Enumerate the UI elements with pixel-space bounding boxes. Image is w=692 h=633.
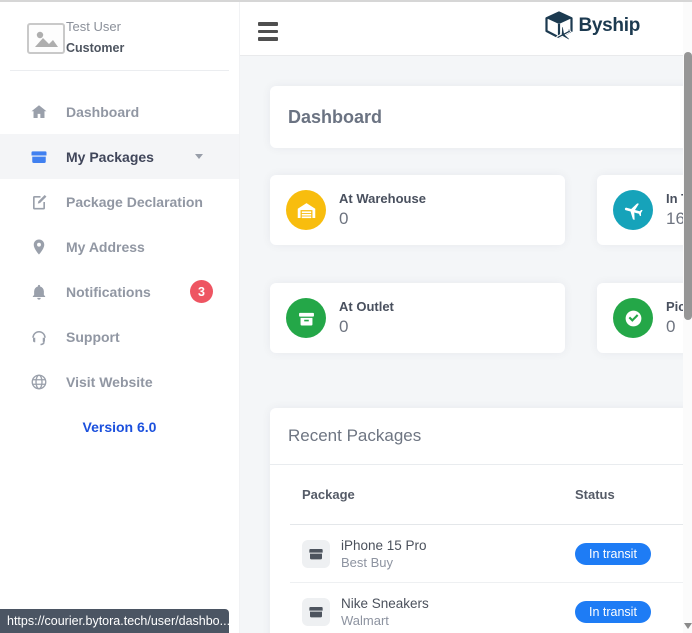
sidebar-item-label: Notifications bbox=[66, 283, 151, 300]
scrollbar-thumb[interactable] bbox=[684, 52, 692, 320]
globe-icon bbox=[30, 373, 48, 391]
package-name: Nike Sneakers bbox=[341, 595, 429, 611]
hamburger-menu-icon[interactable] bbox=[258, 22, 278, 45]
image-placeholder-icon bbox=[35, 31, 58, 47]
package-box-icon bbox=[302, 597, 330, 626]
byship-box-plane-icon bbox=[545, 11, 574, 41]
package-vendor: Walmart bbox=[341, 612, 389, 628]
sidebar-item-label: Visit Website bbox=[66, 373, 153, 390]
sidebar-item-support[interactable]: Support bbox=[0, 314, 239, 359]
home-icon bbox=[30, 103, 48, 121]
link-status-bar: https://courier.bytora.tech/user/dashbo.… bbox=[0, 609, 229, 633]
stat-card-in-transit: In Transit 16 bbox=[597, 175, 692, 245]
page-title-card: Dashboard bbox=[270, 86, 692, 148]
page-title: Dashboard bbox=[288, 106, 383, 127]
column-header-package: Package bbox=[302, 487, 355, 502]
stat-card-picked-up: Picked Up 0 bbox=[597, 283, 692, 353]
sidebar-item-label: Support bbox=[66, 328, 120, 345]
sidebar-item-label: Package Declaration bbox=[66, 193, 203, 210]
sidebar: Test User Customer Dashboard My Packages bbox=[0, 2, 240, 633]
chevron-down-icon bbox=[195, 154, 203, 159]
package-name: iPhone 15 Pro bbox=[341, 537, 427, 553]
stat-value: 0 bbox=[339, 317, 349, 336]
sidebar-item-package-declaration[interactable]: Package Declaration bbox=[0, 179, 239, 224]
sidebar-nav: Dashboard My Packages Package Declaratio… bbox=[0, 89, 239, 404]
stat-card-at-warehouse: At Warehouse 0 bbox=[270, 175, 565, 245]
plane-icon bbox=[613, 190, 653, 230]
brand-logo[interactable]: Byship bbox=[543, 10, 640, 42]
notification-count-badge: 3 bbox=[190, 280, 213, 303]
check-circle-icon bbox=[613, 298, 653, 338]
stat-value: 0 bbox=[339, 209, 349, 228]
user-name: Test User bbox=[66, 19, 121, 34]
package-vendor: Best Buy bbox=[341, 554, 394, 570]
sidebar-item-notifications[interactable]: Notifications 3 bbox=[0, 269, 239, 314]
user-role: Customer bbox=[66, 41, 125, 55]
table-row[interactable]: iPhone 15 Pro Best Buy In transit bbox=[290, 525, 692, 583]
outlet-box-icon bbox=[286, 298, 326, 338]
window-top-border bbox=[0, 0, 692, 2]
table-row[interactable]: Nike Sneakers Walmart In transit bbox=[290, 583, 692, 633]
packages-table: Package Status iPhone 15 Pro Best Buy In… bbox=[290, 465, 692, 633]
stat-card-at-outlet: At Outlet 0 bbox=[270, 283, 565, 353]
edit-icon bbox=[30, 193, 48, 211]
status-badge[interactable]: In transit bbox=[575, 542, 651, 565]
status-badge[interactable]: In transit bbox=[575, 600, 651, 623]
package-box-icon bbox=[302, 539, 330, 568]
version-link[interactable]: Version 6.0 bbox=[0, 419, 239, 435]
user-profile[interactable]: Test User Customer bbox=[0, 2, 239, 70]
top-header: Byship bbox=[240, 2, 692, 56]
recent-packages-title: Recent Packages bbox=[288, 426, 422, 445]
table-header-row: Package Status bbox=[290, 465, 692, 525]
map-pin-icon bbox=[30, 238, 48, 256]
recent-packages-card: Recent Packages Package Status iPhone 15… bbox=[270, 408, 692, 633]
brand-name: Byship bbox=[578, 15, 640, 36]
sidebar-item-label: My Packages bbox=[66, 148, 154, 165]
sidebar-item-my-packages[interactable]: My Packages bbox=[0, 134, 239, 179]
sidebar-item-label: My Address bbox=[66, 238, 145, 255]
avatar bbox=[27, 23, 65, 54]
stats-grid: At Warehouse 0 In Transit 16 bbox=[270, 175, 692, 353]
sidebar-item-label: Dashboard bbox=[66, 103, 140, 120]
box-icon bbox=[30, 148, 48, 166]
warehouse-icon bbox=[286, 190, 326, 230]
column-header-status: Status bbox=[575, 487, 615, 502]
scroll-down-arrow-icon[interactable] bbox=[683, 623, 692, 629]
sidebar-item-my-address[interactable]: My Address bbox=[0, 224, 239, 269]
stat-label: At Outlet bbox=[339, 299, 394, 314]
sidebar-divider bbox=[10, 70, 229, 71]
stat-label: At Warehouse bbox=[339, 191, 426, 206]
sidebar-item-dashboard[interactable]: Dashboard bbox=[0, 89, 239, 134]
sidebar-item-visit-website[interactable]: Visit Website bbox=[0, 359, 239, 404]
scrollbar-track[interactable] bbox=[683, 2, 692, 633]
headset-icon bbox=[30, 328, 48, 346]
main-content[interactable]: Dashboard At Warehouse 0 In 16 At Outlet… bbox=[240, 56, 692, 633]
bell-icon bbox=[30, 283, 48, 301]
